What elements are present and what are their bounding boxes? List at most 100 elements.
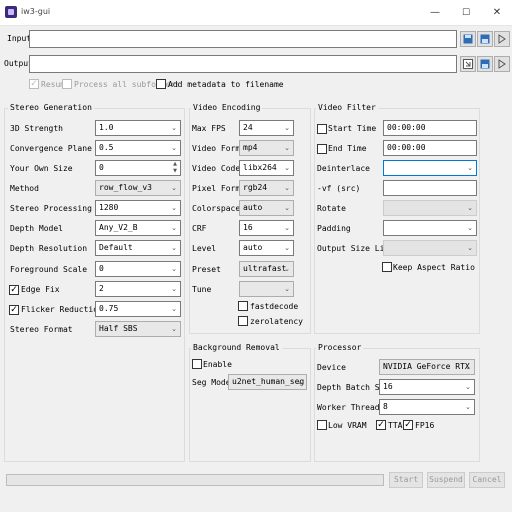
low-vram-label: Low VRAM [328,421,367,430]
maximize-button[interactable]: ☐ [451,0,481,26]
device-label: Device [317,363,346,372]
progress-bar [6,474,384,486]
vf-field[interactable] [383,180,477,196]
edge-fix-checkbox[interactable]: ✓ [9,285,19,295]
video-filter-title: Video Filter [316,103,378,113]
width-select[interactable]: 1280 ⌄ [95,200,181,216]
codec-label: Video Codec [192,164,245,173]
convergence-select[interactable]: 0.5 ⌄ [95,140,181,156]
keep-aspect-checkbox[interactable] [382,262,392,272]
chevron-down-icon: ⌄ [171,244,177,252]
tta-label: TTA [388,421,403,430]
padding-select[interactable]: ⌄ [383,220,477,236]
chevron-down-icon: ⌄ [284,144,290,152]
chevron-down-icon: ⌄ [465,363,471,371]
fps-select[interactable]: 24 ⌄ [239,120,294,136]
chevron-down-icon: ⌄ [171,144,177,152]
process-all-checkbox[interactable] [62,79,72,89]
level-label: Level [192,244,217,253]
fg-scale-select[interactable]: 0 ⌄ [95,261,181,277]
zerolatency-label: zerolatency [250,317,303,326]
fps-label: Max FPS [192,124,226,133]
fg-scale-label: Foreground Scale [10,265,88,274]
output-path-field[interactable] [29,55,457,73]
export-file-icon[interactable] [460,56,476,72]
spin-arrows-icon[interactable]: ▲ ▼ [173,161,177,175]
flicker-checkbox[interactable]: ✓ [9,305,19,315]
batch-size-select[interactable]: 16 ⌄ [379,379,475,395]
chevron-down-icon: ⌄ [284,224,290,232]
play-output-icon[interactable] [494,56,510,72]
colorspace-select[interactable]: auto ⌄ [239,200,294,216]
end-time-field[interactable]: 00:00:00 [383,140,477,156]
edge-fix-label: Edge Fix [21,285,60,294]
chevron-down-icon: ⌄ [284,124,290,132]
low-vram-checkbox[interactable] [317,420,327,430]
keep-aspect-label: Keep Aspect Ratio [393,263,475,272]
tta-checkbox[interactable]: ✓ [376,420,386,430]
chevron-down-icon: ⌄ [467,224,473,232]
zerolatency-checkbox[interactable] [238,316,248,326]
suspend-button[interactable]: Suspend [427,472,465,488]
flicker-select[interactable]: 0.75 ⌄ [95,301,181,317]
end-time-checkbox[interactable] [317,144,327,154]
fastdecode-checkbox[interactable] [238,301,248,311]
app-icon [5,6,17,18]
vf-label: -vf (src) [317,184,361,193]
seg-model-select[interactable]: u2net_human_seg ⌄ [228,374,307,390]
processor-title: Processor [316,343,364,353]
chevron-down-icon: ⌄ [171,124,177,132]
output-folder-icon[interactable] [477,56,493,72]
depth-res-select[interactable]: Default ⌄ [95,240,181,256]
preset-select[interactable]: ultrafast ⌄ [239,261,294,277]
chevron-down-icon: ⌄ [467,204,473,212]
bg-enable-checkbox[interactable] [192,359,202,369]
edge-fix-select[interactable]: 2 ⌄ [95,281,181,297]
end-time-label: End Time [328,144,367,153]
colorspace-label: Colorspace [192,204,241,213]
format-label: Stereo Format [10,325,73,334]
window-title: iw3-gui [21,7,51,16]
open-file-icon[interactable] [460,31,476,47]
crf-select[interactable]: 16 ⌄ [239,220,294,236]
own-size-label: Your Own Size [10,164,73,173]
start-time-checkbox[interactable] [317,124,327,134]
fp16-checkbox[interactable]: ✓ [403,420,413,430]
play-preview-icon[interactable] [494,31,510,47]
method-select[interactable]: row_flow_v3 ⌄ [95,180,181,196]
out-limit-select[interactable]: ⌄ [383,240,477,256]
stereo-format-select[interactable]: Half SBS ⌄ [95,321,181,337]
deinterlace-select[interactable]: ⌄ [383,160,477,176]
resume-checkbox[interactable]: ✓ [29,79,39,89]
depth-model-label: Depth Model [10,224,63,233]
strength-select[interactable]: 1.0 ⌄ [95,120,181,136]
cancel-button[interactable]: Cancel [469,472,505,488]
add-metadata-checkbox[interactable] [156,79,166,89]
rotate-select[interactable]: ⌄ [383,200,477,216]
workers-select[interactable]: 8 ⌄ [379,399,475,415]
codec-select[interactable]: libx264 ⌄ [239,160,294,176]
pixfmt-select[interactable]: rgb24 ⌄ [239,180,294,196]
minimize-button[interactable]: — [420,0,450,26]
convergence-label: Convergence Plane [10,144,92,153]
strength-label: 3D Strength [10,124,63,133]
device-select[interactable]: NVIDIA GeForce RTX 207⌄ [379,359,475,375]
vformat-select[interactable]: mp4 ⌄ [239,140,294,156]
input-path-field[interactable] [29,30,457,48]
start-time-field[interactable]: 00:00:00 [383,120,477,136]
open-folder-icon[interactable] [477,31,493,47]
deinterlace-label: Deinterlace [317,164,370,173]
depth-model-select[interactable]: Any_V2_B ⌄ [95,220,181,236]
preset-label: Preset [192,265,221,274]
tune-select[interactable]: ⌄ [239,281,294,297]
chevron-down-icon: ⌄ [284,244,290,252]
level-select[interactable]: auto ⌄ [239,240,294,256]
chevron-down-icon: ⌄ [465,403,471,411]
chevron-down-icon: ⌄ [297,378,303,386]
flicker-label: Flicker Reduction [21,305,103,314]
bg-enable-label: Enable [203,360,232,369]
own-size-spinbox[interactable]: 0 ▲ ▼ [95,160,181,176]
start-button[interactable]: Start [389,472,423,488]
close-button[interactable]: ✕ [482,0,512,26]
depth-res-label: Depth Resolution [10,244,88,253]
